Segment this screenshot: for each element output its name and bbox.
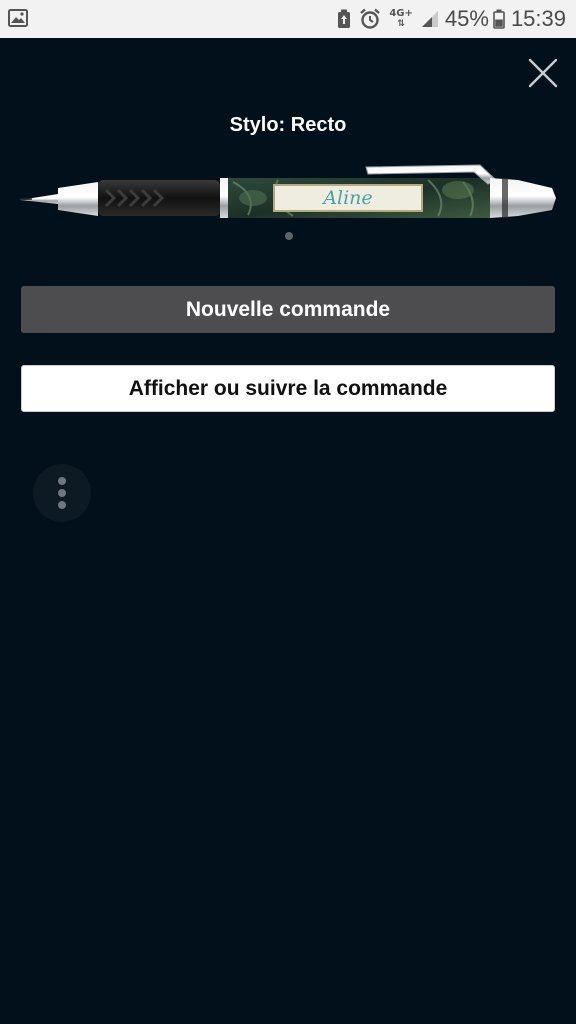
image-icon: [8, 9, 28, 32]
product-dialog: Stylo: Recto Aline Nouvelle commande Aff…: [0, 38, 576, 1024]
status-bar: 4G+ ⇅ 45% 15:39: [0, 0, 576, 38]
more-options-button[interactable]: [33, 464, 91, 522]
view-order-label: Afficher ou suivre la commande: [128, 376, 448, 400]
status-icons: 4G+ ⇅ 45% 15:39: [329, 0, 566, 38]
new-order-label: Nouvelle commande: [185, 297, 391, 321]
signal-icon: [421, 10, 439, 28]
new-order-button[interactable]: Nouvelle commande: [21, 286, 555, 333]
close-icon: [528, 58, 558, 88]
pen-name: Aline: [321, 187, 372, 209]
battery-percent: 45%: [444, 6, 489, 31]
battery-icon: [493, 9, 505, 29]
alarm-icon: [359, 8, 381, 30]
view-order-button[interactable]: Afficher ou suivre la commande: [21, 365, 555, 412]
clock: 15:39: [510, 6, 566, 31]
page-title: Stylo: Recto: [229, 114, 347, 136]
pen-image: Aline: [19, 164, 556, 218]
network-4g-icon: 4G+ ⇅: [389, 8, 413, 30]
battery-saver-icon: [337, 9, 351, 29]
close-button[interactable]: [526, 56, 560, 90]
product-image-carousel[interactable]: Aline: [18, 160, 558, 222]
carousel-page-indicator: [285, 232, 293, 240]
